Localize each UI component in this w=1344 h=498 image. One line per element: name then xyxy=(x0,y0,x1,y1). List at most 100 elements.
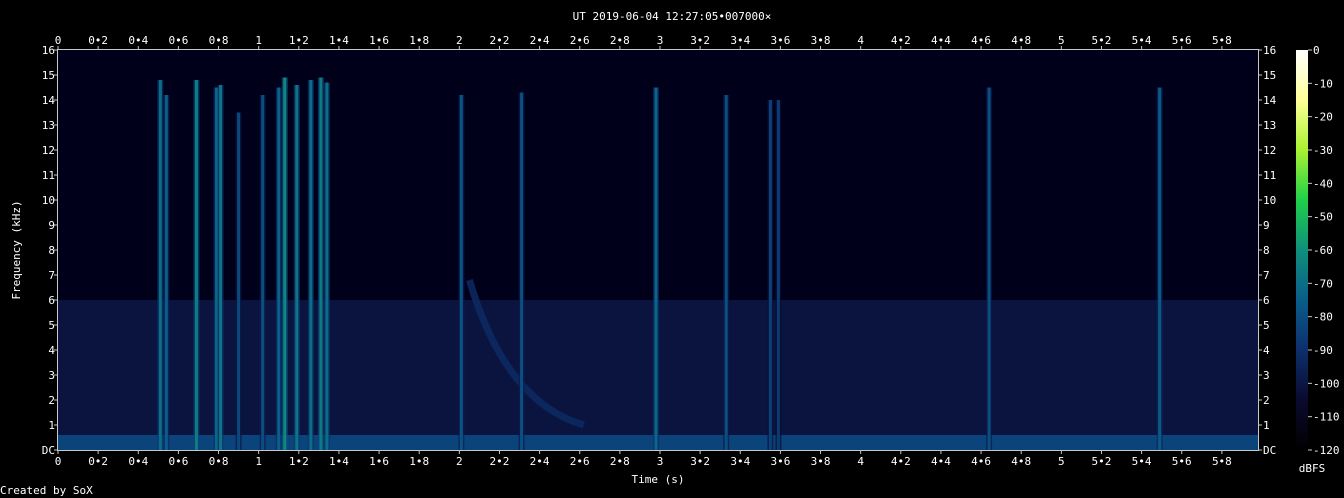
x-tick-label-bottom-14: 2•8 xyxy=(610,455,630,468)
x-tick-label-bottom-20: 4 xyxy=(857,455,864,468)
x-tick-label-bottom-12: 2•4 xyxy=(530,455,550,468)
y-tick-label-left-2: 2 xyxy=(48,394,55,407)
y-tick-label-right-2: 2 xyxy=(1263,394,1270,407)
x-tick-label-top-8: 1•6 xyxy=(369,34,389,47)
x-tick-label-top-25: 5 xyxy=(1058,34,1065,47)
x-tick-label-top-17: 3•4 xyxy=(730,34,750,47)
x-tick-label-bottom-28: 5•6 xyxy=(1172,455,1192,468)
x-tick-label-bottom-6: 1•2 xyxy=(289,455,309,468)
x-tick-label-top-2: 0•4 xyxy=(128,34,148,47)
transient-8 xyxy=(283,77,287,450)
colorbar-tick-label-11: -110 xyxy=(1313,411,1340,424)
colorbar-tick-label-10: -100 xyxy=(1313,377,1340,390)
x-tick-label-top-1: 0•2 xyxy=(88,34,108,47)
colorbar-tick-label-3: -30 xyxy=(1313,144,1333,157)
y-tick-label-left-8: 8 xyxy=(48,244,55,257)
x-tick-label-bottom-23: 4•6 xyxy=(971,455,991,468)
x-tick-label-top-7: 1•4 xyxy=(329,34,349,47)
transient-12 xyxy=(325,82,329,450)
colorbar-tick-label-7: -70 xyxy=(1313,277,1333,290)
y-tick-label-right-4: 4 xyxy=(1263,344,1270,357)
transient-13 xyxy=(459,95,463,450)
x-tick-label-bottom-16: 3•2 xyxy=(690,455,710,468)
x-tick-label-bottom-25: 5 xyxy=(1058,455,1065,468)
x-tick-label-bottom-15: 3 xyxy=(657,455,664,468)
x-tick-label-bottom-18: 3•6 xyxy=(770,455,790,468)
y-tick-label-right-9: 9 xyxy=(1263,219,1270,232)
x-tick-label-bottom-4: 0•8 xyxy=(209,455,229,468)
colorbar-tick-label-6: -60 xyxy=(1313,244,1333,257)
y-tick-label-left-0: DC xyxy=(42,444,55,457)
x-tick-label-top-27: 5•4 xyxy=(1132,34,1152,47)
x-tick-label-bottom-24: 4•8 xyxy=(1011,455,1031,468)
transient-15 xyxy=(654,87,658,450)
transient-20 xyxy=(1158,87,1162,450)
y-tick-label-right-1: 1 xyxy=(1263,419,1270,432)
x-tick-label-top-16: 3•2 xyxy=(690,34,710,47)
x-tick-label-top-10: 2 xyxy=(456,34,463,47)
y-tick-label-left-5: 5 xyxy=(48,319,55,332)
y-tick-label-right-11: 11 xyxy=(1263,169,1276,182)
x-tick-label-top-13: 2•6 xyxy=(570,34,590,47)
y-tick-label-left-6: 6 xyxy=(48,294,55,307)
x-tick-label-top-12: 2•4 xyxy=(530,34,550,47)
transient-4 xyxy=(219,85,223,450)
y-tick-label-right-12: 12 xyxy=(1263,144,1276,157)
y-tick-label-right-15: 15 xyxy=(1263,69,1276,82)
x-tick-label-top-6: 1•2 xyxy=(289,34,309,47)
transient-16 xyxy=(724,95,728,450)
colorbar-tick-label-5: -50 xyxy=(1313,211,1333,224)
x-tick-label-bottom-3: 0•6 xyxy=(168,455,188,468)
x-tick-label-top-28: 5•6 xyxy=(1172,34,1192,47)
x-tick-label-bottom-21: 4•2 xyxy=(891,455,911,468)
y-tick-label-right-0: DC xyxy=(1263,444,1276,457)
y-tick-label-left-13: 13 xyxy=(42,119,55,132)
y-tick-label-right-6: 6 xyxy=(1263,294,1270,307)
y-tick-label-left-9: 9 xyxy=(48,219,55,232)
colorbar-label: dBFS xyxy=(1299,462,1326,475)
x-tick-label-top-23: 4•6 xyxy=(971,34,991,47)
y-tick-label-right-16: 16 xyxy=(1263,44,1276,57)
x-tick-label-bottom-29: 5•8 xyxy=(1212,455,1232,468)
x-tick-label-bottom-17: 3•4 xyxy=(730,455,750,468)
y-axis-label: Frequency (kHz) xyxy=(10,200,23,299)
transient-1 xyxy=(164,95,168,450)
x-tick-label-top-18: 3•6 xyxy=(770,34,790,47)
transient-0 xyxy=(158,80,162,450)
x-tick-label-bottom-2: 0•4 xyxy=(128,455,148,468)
transient-11 xyxy=(319,77,323,450)
colorbar-tick-label-0: 0 xyxy=(1313,44,1320,57)
x-tick-label-top-15: 3 xyxy=(657,34,664,47)
x-tick-label-bottom-26: 5•2 xyxy=(1092,455,1112,468)
transient-5 xyxy=(237,112,241,450)
x-tick-label-top-11: 2•2 xyxy=(490,34,510,47)
colorbar-ticks: 0 -10 -20 -30 -40 -50 -60 -70 -80 -90 -100 -110 -120 xyxy=(1308,44,1340,457)
x-tick-label-top-4: 0•8 xyxy=(209,34,229,47)
colorbar-tick-label-9: -90 xyxy=(1313,344,1333,357)
x-tick-label-bottom-11: 2•2 xyxy=(490,455,510,468)
y-tick-label-left-14: 14 xyxy=(42,94,56,107)
colorbar xyxy=(1296,50,1308,450)
x-tick-label-bottom-22: 4•4 xyxy=(931,455,951,468)
transient-7 xyxy=(277,87,281,450)
spectrogram-chart: UT 2019-06-04 12:27:05•007000× 0 0 0•2 0•2 0… xyxy=(10,10,1340,486)
transient-18 xyxy=(776,100,780,450)
y-tick-label-right-10: 10 xyxy=(1263,194,1276,207)
chart-title: UT 2019-06-04 12:27:05•007000× xyxy=(573,10,772,23)
y-tick-label-left-10: 10 xyxy=(42,194,55,207)
y-tick-label-left-15: 15 xyxy=(42,69,55,82)
y-tick-label-left-12: 12 xyxy=(42,144,55,157)
y-tick-label-left-4: 4 xyxy=(48,344,55,357)
transient-14 xyxy=(520,92,524,450)
x-tick-label-top-3: 0•6 xyxy=(168,34,188,47)
x-tick-label-bottom-9: 1•8 xyxy=(409,455,429,468)
transient-2 xyxy=(194,80,198,450)
x-tick-label-top-19: 3•8 xyxy=(811,34,831,47)
colorbar-tick-label-1: -10 xyxy=(1313,77,1333,90)
y-tick-label-right-14: 14 xyxy=(1263,94,1277,107)
colorbar-tick-label-12: -120 xyxy=(1313,444,1340,457)
transient-9 xyxy=(295,85,299,450)
x-tick-label-top-5: 1 xyxy=(255,34,262,47)
transient-19 xyxy=(987,87,991,450)
colorbar-tick-label-2: -20 xyxy=(1313,111,1333,124)
